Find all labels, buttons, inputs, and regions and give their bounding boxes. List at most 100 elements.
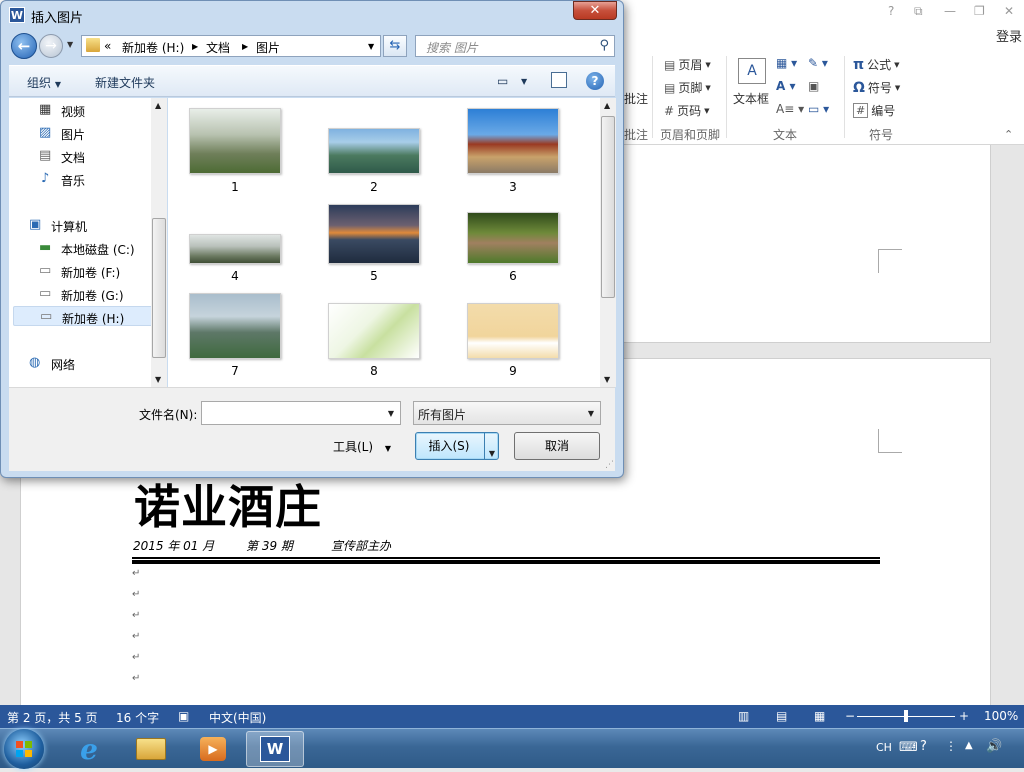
breadcrumb-documents[interactable]: 文档 (206, 39, 230, 56)
quick-parts-icon[interactable]: ▦ ▾ (776, 56, 797, 70)
organize-button[interactable]: 组织 ▼ (27, 74, 61, 91)
print-layout-icon[interactable]: ▤ (776, 709, 787, 723)
file-scrollbar[interactable]: ▲ ▼ (600, 98, 616, 387)
resize-grip-icon[interactable]: ⋰ (605, 460, 614, 470)
nav-item-computer[interactable]: ▣ 计算机 (13, 215, 153, 235)
new-folder-button[interactable]: 新建文件夹 (95, 74, 155, 91)
restore-icon[interactable]: ❐ (974, 4, 985, 18)
file-name: 1 (231, 180, 239, 194)
signature-line-icon[interactable]: ✎ ▾ (808, 56, 828, 70)
zoom-in-icon[interactable]: + (959, 709, 969, 723)
zoom-slider-thumb[interactable] (904, 710, 908, 722)
filename-input[interactable]: ▼ (201, 401, 401, 425)
address-bar[interactable]: « 新加卷 (H:) ▶ 文档 ▶ 图片 ▼ (81, 35, 381, 57)
cancel-button[interactable]: 取消 (514, 432, 600, 460)
proofing-icon[interactable]: ▣ (178, 709, 189, 723)
chevron-down-icon: ▼ (704, 106, 710, 115)
close-icon[interactable]: ✕ (1004, 4, 1014, 18)
chevron-down-icon: ▼ (705, 83, 711, 92)
wordart-icon[interactable]: A ▾ (776, 79, 796, 93)
masthead-title[interactable]: 诺业酒庄 (134, 471, 322, 537)
comment-label-partial[interactable]: 批注 (624, 90, 648, 107)
login-link[interactable]: 登录 (996, 26, 1022, 45)
refresh-button[interactable]: ⇆ (383, 35, 407, 57)
windows-logo-icon (16, 741, 32, 757)
preview-pane-icon[interactable] (551, 72, 567, 88)
textbox-label[interactable]: 文本框 (733, 90, 769, 107)
taskbar-media[interactable]: ▶ (184, 731, 242, 767)
breadcrumb-overflow[interactable]: « (104, 39, 111, 53)
equation-button[interactable]: π 公式 ▼ (853, 56, 899, 73)
taskbar-explorer[interactable] (122, 731, 180, 767)
ime-indicator[interactable]: CH (876, 741, 892, 754)
help-tray-icon[interactable]: ? (920, 739, 927, 754)
help-icon[interactable]: ? (586, 72, 604, 90)
nav-item-drive-f[interactable]: ▭ 新加卷 (F:) (13, 261, 153, 281)
show-hidden-icons[interactable]: ▲ (965, 740, 973, 751)
nav-item-pictures[interactable]: ▨ 图片 (13, 123, 153, 143)
scroll-down-icon[interactable]: ▼ (604, 375, 610, 384)
word-count[interactable]: 16 个字 (116, 709, 159, 726)
view-options-dropdown[interactable]: ▼ (521, 77, 527, 86)
nav-item-music[interactable]: ♪ 音乐 (13, 169, 153, 189)
input-settings-icon[interactable]: ⋮ (945, 739, 957, 753)
status-bar: 第 2 页，共 5 页 16 个字 ▣ 中文(中国) ▥ ▤ ▦ − + 100… (0, 705, 1024, 728)
breadcrumb-separator-icon[interactable]: ▶ (242, 42, 248, 51)
zoom-out-icon[interactable]: − (845, 709, 855, 723)
textbox-icon[interactable]: A (738, 58, 766, 84)
search-box[interactable]: 搜索 图片 ⚲ (415, 35, 615, 57)
ribbon-display-icon[interactable]: ⧉ (914, 4, 923, 19)
web-layout-icon[interactable]: ▦ (814, 709, 825, 723)
volume-icon[interactable]: 🔊 (986, 739, 1002, 754)
help-icon[interactable]: ? (888, 4, 894, 18)
numbering-button[interactable]: # 编号 (853, 102, 895, 119)
nav-item-videos[interactable]: ▦ 视频 (13, 100, 153, 120)
close-button[interactable]: ✕ (573, 1, 617, 20)
address-dropdown-icon[interactable]: ▼ (368, 42, 374, 51)
music-icon: ♪ (41, 171, 50, 186)
chevron-down-icon[interactable]: ▼ (388, 409, 394, 418)
nav-scroll-thumb[interactable] (152, 218, 166, 358)
scroll-up-icon[interactable]: ▲ (604, 101, 610, 110)
scroll-down-icon[interactable]: ▼ (155, 375, 161, 384)
scroll-up-icon[interactable]: ▲ (155, 101, 161, 110)
forward-button[interactable]: → (39, 34, 63, 58)
page-number-button[interactable]: # 页码 ▼ (664, 102, 709, 119)
recent-locations-dropdown[interactable]: ▼ (67, 40, 73, 49)
nav-item-documents[interactable]: ▤ 文档 (13, 146, 153, 166)
taskbar-ie[interactable]: e (60, 731, 118, 767)
start-button[interactable] (4, 729, 44, 769)
folder-icon (86, 38, 100, 52)
zoom-level[interactable]: 100% (984, 709, 1018, 723)
nav-label: 视频 (61, 105, 86, 119)
breadcrumb-separator-icon[interactable]: ▶ (192, 42, 198, 51)
header-button[interactable]: ▤ 页眉 ▼ (664, 56, 711, 73)
breadcrumb-pictures[interactable]: 图片 (256, 39, 280, 56)
collapse-ribbon-icon[interactable]: ⌃ (1004, 128, 1013, 141)
read-mode-icon[interactable]: ▥ (738, 709, 749, 723)
dropcap-icon[interactable]: A≡ ▾ (776, 102, 804, 116)
keyboard-icon[interactable]: ⌨ (899, 740, 918, 755)
back-button[interactable]: ← (11, 33, 37, 59)
footer-button[interactable]: ▤ 页脚 ▼ (664, 79, 711, 96)
taskbar-word[interactable]: W (246, 731, 304, 767)
nav-item-drive-c[interactable]: ▬ 本地磁盘 (C:) (13, 238, 153, 258)
nav-item-drive-h[interactable]: ▭ 新加卷 (H:) (13, 306, 153, 326)
breadcrumb-drive[interactable]: 新加卷 (H:) (122, 39, 184, 56)
change-view-icon[interactable]: ▭ (497, 74, 508, 88)
insert-button[interactable]: 插入(S) ▼ (415, 432, 499, 460)
language-indicator[interactable]: 中文(中国) (209, 709, 266, 726)
insert-options-dropdown[interactable]: ▼ (489, 441, 495, 467)
file-scroll-thumb[interactable] (601, 116, 615, 298)
page-count[interactable]: 第 2 页，共 5 页 (7, 709, 98, 726)
taskbar: e ▶ W CH ⌨ ? ⋮ ▲ 🔊 (0, 728, 1024, 769)
nav-scrollbar[interactable]: ▲ ▼ (151, 98, 167, 387)
minimize-icon[interactable]: — (944, 4, 956, 18)
file-type-filter[interactable]: 所有图片 ▼ (413, 401, 601, 425)
nav-item-drive-g[interactable]: ▭ 新加卷 (G:) (13, 284, 153, 304)
nav-item-network[interactable]: ◍ 网络 (13, 353, 153, 373)
symbol-button[interactable]: Ω 符号 ▼ (853, 79, 900, 96)
tools-menu[interactable]: 工具(L) ▼ (333, 438, 391, 455)
date-time-icon[interactable]: ▣ (808, 79, 819, 93)
object-icon[interactable]: ▭ ▾ (808, 102, 829, 116)
